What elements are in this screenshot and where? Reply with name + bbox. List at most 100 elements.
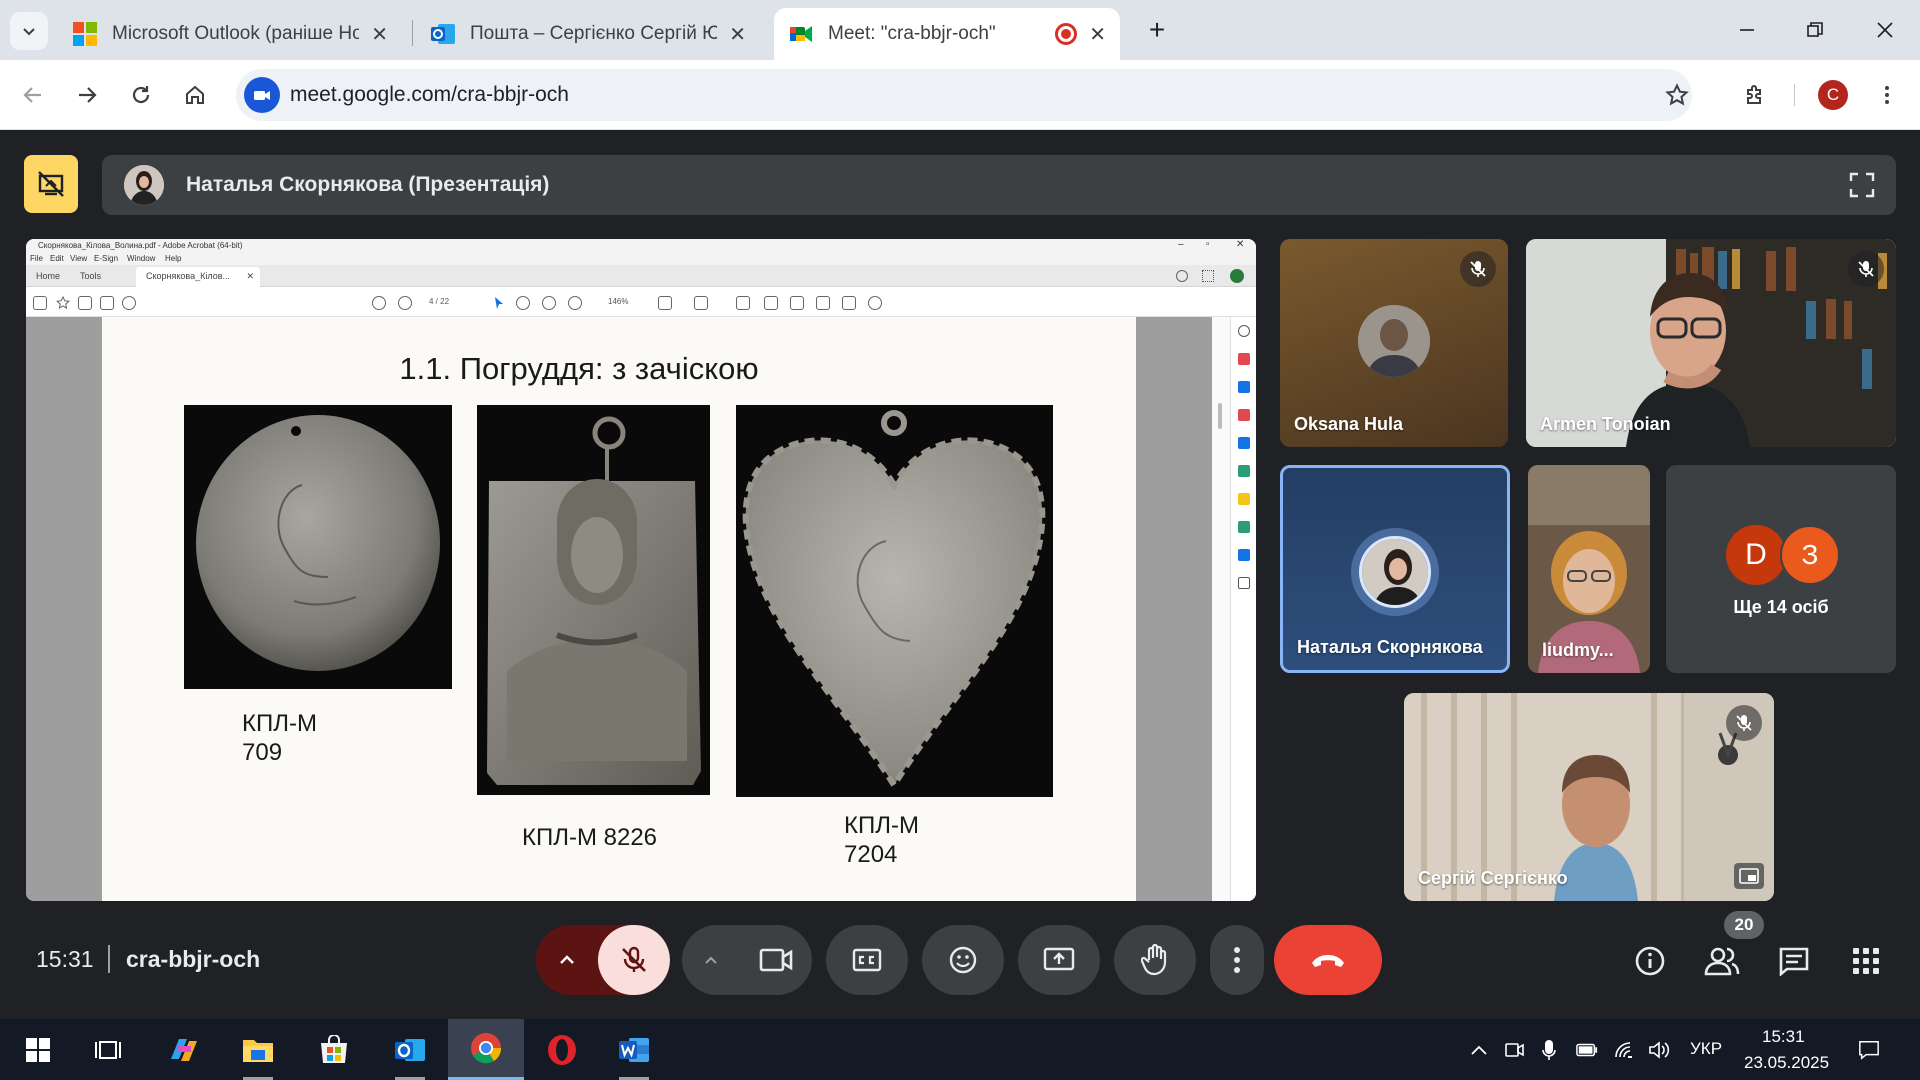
trash-icon xyxy=(842,296,856,310)
leave-call-button[interactable] xyxy=(1274,925,1382,995)
meeting-details-button[interactable] xyxy=(1630,941,1670,981)
taskbar-time[interactable]: 15:31 xyxy=(1762,1027,1805,1047)
windows-taskbar: УКР 15:31 23.05.2025 xyxy=(0,1019,1920,1080)
menu-file: File xyxy=(30,254,43,263)
people-button[interactable] xyxy=(1702,941,1742,981)
camera-in-use-icon[interactable] xyxy=(1504,1039,1526,1061)
volume-icon[interactable] xyxy=(1648,1039,1670,1061)
audio-options-button[interactable] xyxy=(536,925,598,995)
profile-avatar[interactable]: C xyxy=(1818,80,1848,110)
apps-grid-icon xyxy=(1202,270,1214,282)
file-explorer-button[interactable] xyxy=(220,1019,296,1080)
picture-in-picture-icon[interactable] xyxy=(1734,863,1764,889)
cursor-icon xyxy=(492,296,506,310)
reload-button[interactable] xyxy=(120,74,162,116)
export-pdf-icon xyxy=(1238,353,1250,365)
zoom-out-icon xyxy=(542,296,556,310)
captions-button[interactable] xyxy=(826,925,908,995)
mic-toggle-button[interactable] xyxy=(598,925,670,995)
avatar xyxy=(1359,536,1431,608)
site-info-icon[interactable] xyxy=(244,77,280,113)
scroll-thumb xyxy=(1218,403,1222,429)
battery-icon[interactable] xyxy=(1576,1039,1598,1061)
opera-taskbar-button[interactable] xyxy=(524,1019,600,1080)
tab-meet[interactable]: Meet: "cra-bbjr-och" ✕ xyxy=(774,8,1120,60)
participant-tile-oksana[interactable]: Oksana Hula xyxy=(1280,239,1508,447)
microsoft-store-button[interactable] xyxy=(296,1019,372,1080)
unpin-presentation-button[interactable] xyxy=(24,155,78,213)
tab-title: Пошта – Сергієнко Сергій Юрі xyxy=(470,23,718,44)
mic-off-icon xyxy=(1848,251,1884,287)
address-bar[interactable]: meet.google.com/cra-bbjr-och xyxy=(236,69,1692,121)
new-tab-button[interactable]: + xyxy=(1132,12,1182,48)
taskbar-date[interactable]: 23.05.2025 xyxy=(1744,1053,1829,1073)
rotate-icon xyxy=(868,296,882,310)
home-icon xyxy=(186,85,204,104)
tab-title: Microsoft Outlook (раніше Hot xyxy=(112,23,360,44)
notifications-button[interactable] xyxy=(1858,1039,1880,1061)
back-button[interactable] xyxy=(12,74,54,116)
zoom-in-icon xyxy=(568,296,582,310)
acrobat-document-canvas: 1.1. Погруддя: з зачіскою КПЛ-М 709 КПЛ-… xyxy=(26,317,1212,901)
close-icon[interactable]: ✕ xyxy=(1089,22,1106,47)
browser-toolbar: meet.google.com/cra-bbjr-och C xyxy=(0,60,1920,130)
browser-menu-button[interactable] xyxy=(1866,74,1908,116)
close-icon[interactable]: ✕ xyxy=(371,22,388,47)
close-window-button[interactable] xyxy=(1860,12,1910,48)
task-view-icon xyxy=(95,1040,121,1059)
input-language[interactable]: УКР xyxy=(1690,1039,1722,1059)
show-hidden-icons-button[interactable] xyxy=(1468,1039,1490,1061)
present-to-all-icon xyxy=(1043,947,1075,971)
shared-screen: Скорнякова_Кілова_Волина.pdf - Adobe Acr… xyxy=(26,239,1256,901)
video-options-button[interactable] xyxy=(682,925,740,995)
chevron-up-icon xyxy=(560,955,574,964)
more-participants-tile[interactable]: D З Ще 14 осіб xyxy=(1666,465,1896,673)
tab-outlook-hotmail[interactable]: Microsoft Outlook (раніше Hot ✕ xyxy=(58,8,402,60)
forward-button[interactable] xyxy=(66,74,108,116)
comment-icon xyxy=(1238,493,1250,505)
participant-name: Сергій Сергієнко xyxy=(1418,868,1568,888)
bookmark-star-button[interactable] xyxy=(1656,74,1698,116)
restore-button[interactable] xyxy=(1790,12,1840,48)
present-now-button[interactable] xyxy=(1018,925,1100,995)
toolbar-separator xyxy=(1794,84,1795,106)
chevron-down-icon xyxy=(23,28,35,36)
participant-name: liudmy... xyxy=(1542,640,1614,660)
print-icon xyxy=(78,296,92,310)
extensions-button[interactable] xyxy=(1734,74,1776,116)
arrow-left-icon xyxy=(23,87,41,103)
microphone-in-use-icon[interactable] xyxy=(1538,1039,1560,1061)
close-icon[interactable]: ✕ xyxy=(729,22,746,47)
camera-toggle-button[interactable] xyxy=(740,925,812,995)
participant-initial-z: З xyxy=(1780,525,1840,585)
activities-button[interactable] xyxy=(1846,941,1886,981)
edit-pdf-icon xyxy=(1238,381,1250,393)
task-view-button[interactable] xyxy=(70,1019,146,1080)
puzzle-icon xyxy=(1747,85,1761,104)
chat-button[interactable] xyxy=(1774,941,1814,981)
participant-tile-liudmyla[interactable]: liudmy... xyxy=(1528,465,1650,673)
start-button[interactable] xyxy=(0,1019,76,1080)
raise-hand-button[interactable] xyxy=(1114,925,1196,995)
tab-mail-sergienko[interactable]: Пошта – Сергієнко Сергій Юрі ✕ xyxy=(416,8,760,60)
word-taskbar-button[interactable] xyxy=(596,1019,672,1080)
wifi-icon[interactable] xyxy=(1614,1039,1636,1061)
home-button[interactable] xyxy=(174,74,216,116)
close-icon xyxy=(1877,22,1893,38)
emoji-icon xyxy=(949,946,977,974)
caption-kpl-7204: КПЛ-М 7204 xyxy=(844,812,919,868)
caption-kpl-8226: КПЛ-М 8226 xyxy=(522,824,658,851)
copilot-button[interactable] xyxy=(146,1019,222,1080)
minimize-button[interactable] xyxy=(1722,12,1772,48)
fullscreen-button[interactable] xyxy=(1848,171,1876,204)
reactions-button[interactable] xyxy=(922,925,1004,995)
participant-tile-armen[interactable]: Armen Tonoian xyxy=(1526,239,1896,447)
tab-search-button[interactable] xyxy=(10,12,48,50)
create-pdf-icon xyxy=(1238,409,1250,421)
chrome-taskbar-button[interactable] xyxy=(448,1019,524,1080)
scroll-mode-icon xyxy=(694,296,708,310)
outlook-taskbar-button[interactable] xyxy=(372,1019,448,1080)
participant-tile-natalia[interactable]: Наталья Скорнякова xyxy=(1280,465,1510,673)
participant-tile-serhii-self[interactable]: Сергій Сергієнко xyxy=(1404,693,1774,901)
more-options-button[interactable] xyxy=(1210,925,1264,995)
